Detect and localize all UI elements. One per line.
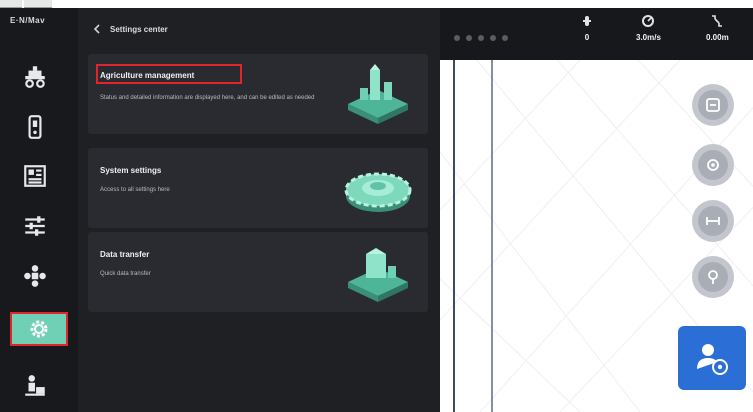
gear-icon [30, 320, 48, 338]
sidebar-item-adjust[interactable] [0, 204, 70, 248]
grid-icon [24, 165, 46, 187]
stat-value: 0 [584, 33, 590, 42]
card-system-settings[interactable]: System settings Access to all settings h… [88, 148, 428, 228]
map-button-align[interactable] [692, 256, 734, 298]
stat-distance: 0.00m [706, 14, 729, 42]
stat-satellites: 0 [580, 14, 594, 42]
map-button-inner [698, 206, 728, 236]
brand-logo: E·N/Mav [10, 16, 46, 25]
sidebar-item-device[interactable] [0, 105, 70, 149]
corner-tab [0, 0, 22, 8]
sidebar-item-drone[interactable] [0, 254, 70, 298]
locate-icon [707, 159, 719, 171]
tractor-icon [25, 66, 45, 88]
map-button-inner [698, 90, 728, 120]
map-button-inner [698, 150, 728, 180]
speed-icon [642, 15, 655, 27]
corner-tab [24, 0, 52, 8]
layers-icon [706, 98, 720, 112]
gear-illustration-icon [344, 172, 412, 212]
card-data-transfer[interactable]: Data transfer Quick data transfer [88, 232, 428, 312]
device-icon [28, 115, 42, 139]
top-strip [0, 0, 753, 8]
sidebar-item-upload[interactable] [0, 364, 70, 408]
card-description: Quick data transfer [100, 271, 151, 277]
card-title: Agriculture management [100, 71, 195, 80]
sidebar-item-data[interactable] [0, 154, 70, 198]
card-agriculture-management[interactable]: Agriculture management Status and detail… [88, 54, 428, 134]
card-title: Data transfer [100, 250, 150, 259]
drone-icon [24, 265, 46, 287]
data-illustration-icon [348, 248, 408, 302]
map-button-locate[interactable] [692, 144, 734, 186]
measure-icon [706, 217, 720, 225]
card-title: System settings [100, 166, 162, 175]
status-bar: 0 3.0m/s 0.00m [440, 8, 753, 60]
signal-dot [502, 35, 508, 41]
user-settings-icon [697, 344, 728, 375]
card-description: Status and detailed information are disp… [100, 95, 315, 101]
settings-panel: Settings center Agriculture management S… [78, 8, 440, 412]
signal-dot [490, 35, 496, 41]
user-profile-button[interactable] [678, 326, 746, 390]
panel-header: Settings center [92, 24, 168, 34]
sliders-icon [25, 216, 45, 236]
signal-dots [454, 35, 508, 41]
back-arrow-icon[interactable] [92, 24, 102, 34]
upload-icon [25, 375, 45, 396]
map-button-inner [698, 262, 728, 292]
align-icon [708, 270, 718, 284]
satellite-icon [583, 16, 591, 26]
sidebar-item-farm[interactable] [0, 54, 70, 98]
card-description: Access to all settings here [100, 187, 170, 193]
signal-dot [454, 35, 460, 41]
signal-dot [466, 35, 472, 41]
panel-title: Settings center [110, 24, 168, 34]
sidebar: E·N/Mav [0, 8, 78, 412]
signal-dot [478, 35, 484, 41]
map-button-layers[interactable] [692, 84, 734, 126]
distance-icon [712, 15, 723, 27]
stat-value: 0.00m [706, 33, 729, 42]
map-button-measure[interactable] [692, 200, 734, 242]
farm-illustration-icon [348, 64, 408, 124]
stat-speed: 3.0m/s [636, 14, 661, 42]
sidebar-item-settings[interactable] [10, 312, 68, 346]
stat-value: 3.0m/s [636, 33, 661, 42]
